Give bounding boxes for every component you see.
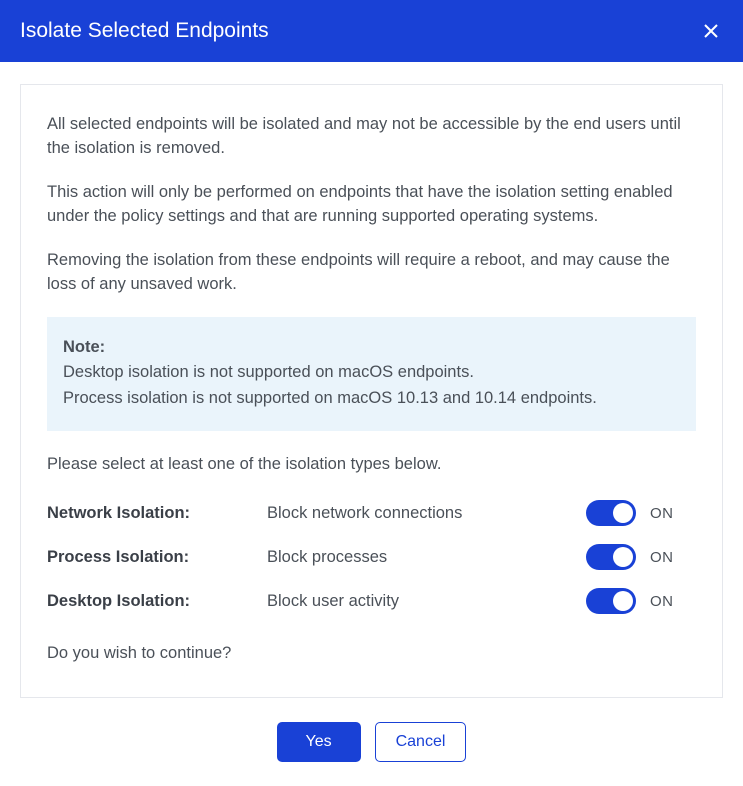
dialog-title: Isolate Selected Endpoints xyxy=(20,19,269,43)
dialog-header: Isolate Selected Endpoints xyxy=(0,0,743,62)
note-label: Note: xyxy=(63,335,680,361)
process-isolation-label: Process Isolation: xyxy=(47,548,267,567)
yes-button[interactable]: Yes xyxy=(277,722,361,762)
desktop-isolation-desc: Block user activity xyxy=(267,592,586,611)
toggle-row-network: Network Isolation: Block network connect… xyxy=(47,500,696,526)
network-isolation-state: ON xyxy=(650,505,674,522)
close-icon[interactable] xyxy=(699,19,723,43)
network-isolation-toggle[interactable] xyxy=(586,500,636,526)
toggle-row-desktop: Desktop Isolation: Block user activity O… xyxy=(47,588,696,614)
note-line-1: Desktop isolation is not supported on ma… xyxy=(63,360,680,386)
process-isolation-state: ON xyxy=(650,549,674,566)
desktop-isolation-state: ON xyxy=(650,593,674,610)
select-prompt: Please select at least one of the isolat… xyxy=(47,455,696,474)
continue-question: Do you wish to continue? xyxy=(47,644,696,663)
note-box: Note: Desktop isolation is not supported… xyxy=(47,317,696,432)
network-isolation-desc: Block network connections xyxy=(267,504,586,523)
intro-para-3: Removing the isolation from these endpoi… xyxy=(47,249,696,297)
toggle-row-process: Process Isolation: Block processes ON xyxy=(47,544,696,570)
desktop-isolation-toggle[interactable] xyxy=(586,588,636,614)
note-line-2: Process isolation is not supported on ma… xyxy=(63,386,680,412)
process-isolation-desc: Block processes xyxy=(267,548,586,567)
dialog-footer: Yes Cancel xyxy=(0,698,743,786)
dialog-body: All selected endpoints will be isolated … xyxy=(20,84,723,698)
intro-para-2: This action will only be performed on en… xyxy=(47,181,696,229)
desktop-isolation-label: Desktop Isolation: xyxy=(47,592,267,611)
process-isolation-toggle[interactable] xyxy=(586,544,636,570)
network-isolation-label: Network Isolation: xyxy=(47,504,267,523)
intro-para-1: All selected endpoints will be isolated … xyxy=(47,113,696,161)
cancel-button[interactable]: Cancel xyxy=(375,722,467,762)
